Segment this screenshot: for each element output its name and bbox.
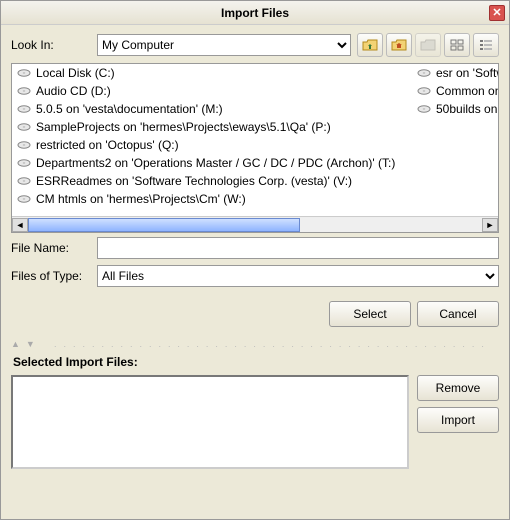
list-item-label: ESRReadmes on 'Software Technologies Cor… [36, 174, 352, 188]
list-item[interactable]: ESRReadmes on 'Software Technologies Cor… [12, 172, 412, 190]
drive-icon [16, 66, 32, 80]
filetype-label: Files of Type: [11, 269, 91, 283]
cancel-button[interactable]: Cancel [417, 301, 499, 327]
file-list-pane: Local Disk (C:) Audio CD (D:) 5.0.5 on 've… [11, 63, 499, 233]
collapse-up-icon[interactable]: ▲ [11, 339, 20, 349]
list-item-label: Audio CD (D:) [36, 84, 111, 98]
filetype-dropdown[interactable]: All Files [97, 265, 499, 287]
drive-icon [16, 102, 32, 116]
list-item-label: restricted on 'Octopus' (Q:) [36, 138, 179, 152]
lookin-label: Look In: [11, 38, 91, 52]
details-view-icon[interactable] [473, 33, 499, 57]
selected-files-list[interactable] [11, 375, 409, 469]
list-item-label: Common on [436, 84, 498, 98]
list-item[interactable]: Common on [412, 82, 498, 100]
list-item[interactable]: Departments2 on 'Operations Master / GC … [12, 154, 412, 172]
lookin-dropdown[interactable]: My Computer [97, 34, 351, 56]
drive-icon [416, 84, 432, 98]
list-item-label: SampleProjects on 'hermes\Projects\eways… [36, 120, 331, 134]
list-item[interactable]: esr on 'Softw [412, 64, 498, 82]
drive-icon [16, 138, 32, 152]
select-button[interactable]: Select [329, 301, 411, 327]
import-button[interactable]: Import [417, 407, 499, 433]
collapse-down-icon[interactable]: ▼ [26, 339, 35, 349]
toolbar [357, 33, 499, 57]
list-item-label: Local Disk (C:) [36, 66, 115, 80]
scroll-left-icon[interactable]: ◄ [12, 218, 28, 232]
list-item[interactable]: Local Disk (C:) [12, 64, 412, 82]
selected-files-label: Selected Import Files: [13, 355, 499, 369]
scroll-right-icon[interactable]: ► [482, 218, 498, 232]
list-item-label: esr on 'Softw [436, 66, 498, 80]
list-item[interactable]: Audio CD (D:) [12, 82, 412, 100]
close-icon[interactable]: ✕ [489, 5, 505, 21]
list-item-label: 5.0.5 on 'vesta\documentation' (M:) [36, 102, 223, 116]
list-item[interactable]: CM htmls on 'hermes\Projects\Cm' (W:) [12, 190, 412, 208]
list-item[interactable]: restricted on 'Octopus' (Q:) [12, 136, 412, 154]
drive-icon [416, 66, 432, 80]
home-icon[interactable] [386, 33, 412, 57]
dialog-content: Look In: My Computer Local Disk (C:) Audi… [1, 25, 509, 477]
list-item-label: CM htmls on 'hermes\Projects\Cm' (W:) [36, 192, 246, 206]
titlebar: Import Files ✕ [1, 1, 509, 25]
list-item[interactable]: SampleProjects on 'hermes\Projects\eways… [12, 118, 412, 136]
drive-icon [16, 156, 32, 170]
remove-button[interactable]: Remove [417, 375, 499, 401]
list-item[interactable]: 5.0.5 on 'vesta\documentation' (M:) [12, 100, 412, 118]
list-view-icon[interactable] [444, 33, 470, 57]
section-divider: ▲ ▼ · · · · · · · · · · · · · · · · · · … [11, 339, 499, 349]
window-title: Import Files [221, 6, 289, 20]
filename-label: File Name: [11, 241, 91, 255]
up-folder-icon[interactable] [357, 33, 383, 57]
list-item-label: Departments2 on 'Operations Master / GC … [36, 156, 395, 170]
filename-input[interactable] [97, 237, 499, 259]
list-item[interactable]: 50builds on [412, 100, 498, 118]
horizontal-scrollbar[interactable]: ◄ ► [12, 216, 498, 232]
new-folder-icon [415, 33, 441, 57]
drive-icon [416, 102, 432, 116]
drive-icon [16, 174, 32, 188]
scroll-track[interactable] [28, 218, 482, 232]
scroll-thumb[interactable] [28, 218, 300, 232]
drive-icon [16, 120, 32, 134]
list-item-label: 50builds on [436, 102, 497, 116]
drive-icon [16, 192, 32, 206]
drive-icon [16, 84, 32, 98]
